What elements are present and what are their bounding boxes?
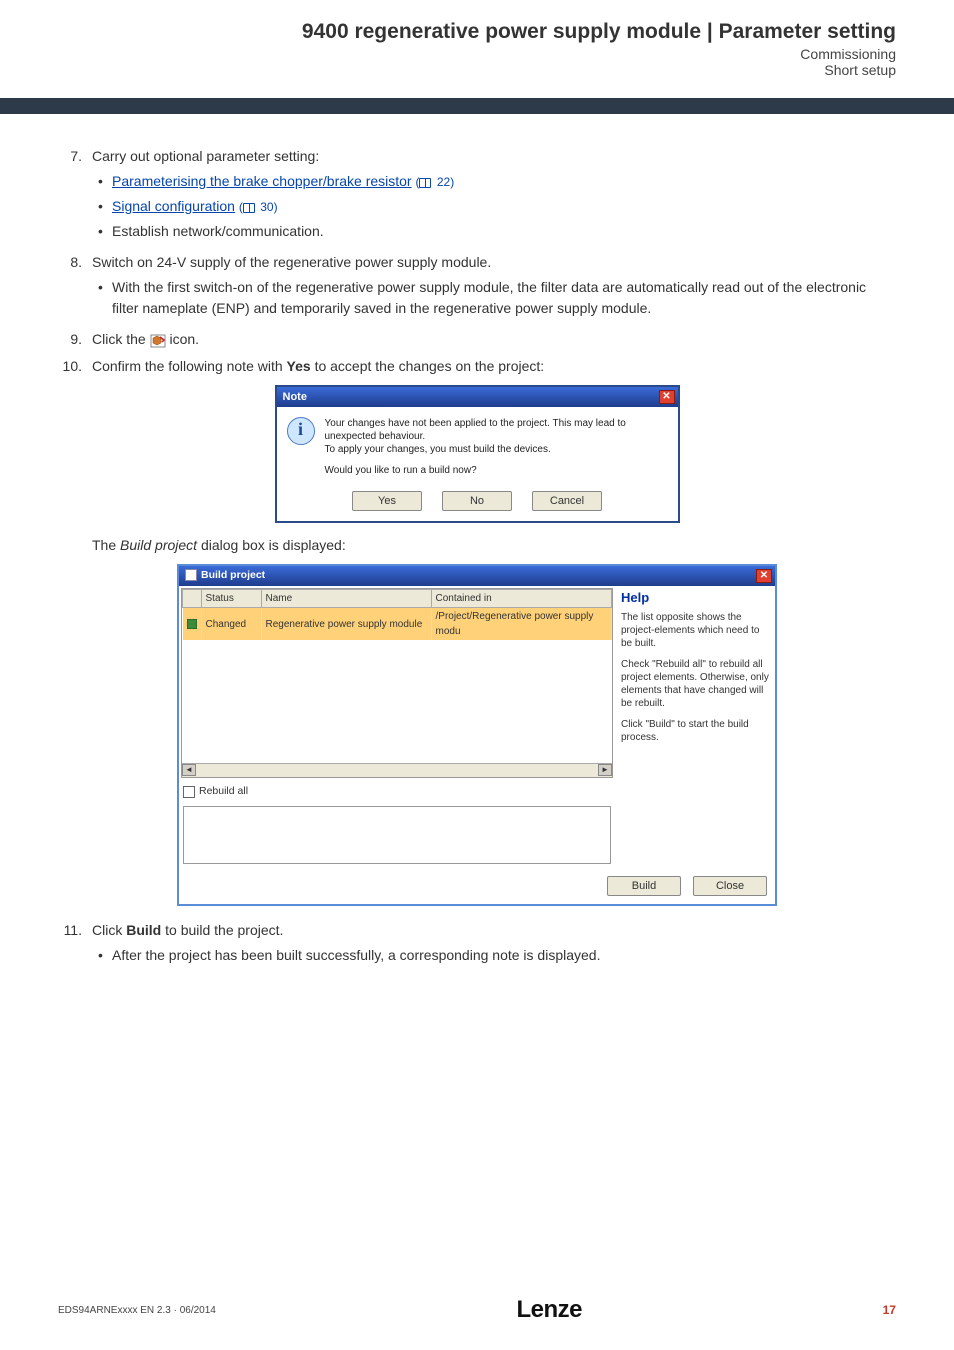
help-para-2: Check "Rebuild all" to rebuild all proje…: [621, 658, 769, 710]
bullet-icon: •: [92, 171, 112, 192]
note-dialog: Note ✕ Your changes have not been applie…: [275, 385, 680, 523]
between-pre: The: [92, 537, 120, 553]
no-button[interactable]: No: [442, 491, 512, 511]
close-button[interactable]: ✕: [659, 390, 675, 404]
footer-docid: EDS94ARNExxxx EN 2.3 · 06/2014: [58, 1305, 216, 1316]
note-line-2: To apply your changes, you must build th…: [325, 443, 668, 456]
horizontal-scrollbar[interactable]: ◄ ►: [182, 763, 612, 777]
step-number-9: 9.: [58, 329, 92, 350]
rebuild-all-label: Rebuild all: [199, 784, 248, 800]
link-brake-chopper[interactable]: Parameterising the brake chopper/brake r…: [112, 173, 412, 189]
step-11-post: to build the project.: [161, 922, 283, 938]
step-number-7: 7.: [58, 146, 92, 246]
bullet-icon: •: [92, 221, 112, 242]
page-number: 17: [883, 1303, 896, 1317]
bullet-icon: •: [92, 277, 112, 319]
step-number-8: 8.: [58, 252, 92, 323]
cell-name: Regenerative power supply module: [261, 608, 431, 641]
bullet-icon: •: [92, 945, 112, 966]
lenze-logo: Lenze: [516, 1296, 582, 1324]
step-number-11: 11.: [58, 920, 92, 970]
changed-status-icon: [187, 619, 197, 629]
step-number-10: 10.: [58, 356, 92, 377]
note-line-1: Your changes have not been applied to th…: [325, 417, 668, 443]
rebuild-all-checkbox[interactable]: [183, 786, 195, 798]
help-header: Help: [621, 590, 769, 607]
step-11-bullet-1: After the project has been built success…: [112, 945, 896, 966]
yes-button[interactable]: Yes: [352, 491, 422, 511]
link-signal-config[interactable]: Signal configuration: [112, 198, 235, 214]
step-8-text: Switch on 24-V supply of the regenerativ…: [92, 254, 491, 270]
step-11-bold: Build: [126, 922, 161, 938]
build-project-dialog: Build project ✕ Status Name Contained in: [177, 564, 777, 906]
step-10-post: to accept the changes on the project:: [311, 358, 545, 374]
header-subtitle-1: Commissioning: [58, 46, 896, 62]
book-icon: [243, 203, 255, 213]
cancel-button[interactable]: Cancel: [532, 491, 602, 511]
build-project-title-icon: [185, 569, 197, 581]
header-subtitle-2: Short setup: [58, 62, 896, 78]
step-10-pre: Confirm the following note with: [92, 358, 287, 374]
step-7-bullet-3: Establish network/communication.: [112, 221, 896, 242]
cell-contained: /Project/Regenerative power supply modu: [431, 608, 612, 641]
step-7-text: Carry out optional parameter setting:: [92, 148, 319, 164]
note-line-3: Would you like to run a build now?: [325, 464, 668, 477]
between-italic: Build project: [120, 537, 197, 553]
build-elements-table[interactable]: Status Name Contained in Changed Regener…: [182, 589, 612, 640]
close-button[interactable]: ✕: [756, 569, 772, 583]
col-name[interactable]: Name: [261, 590, 431, 608]
header-divider-bar: [0, 98, 954, 114]
note-dialog-title: Note: [283, 389, 307, 406]
help-para-3: Click "Build" to start the build process…: [621, 718, 769, 744]
build-log-area: [183, 806, 611, 864]
scroll-left-arrow-icon[interactable]: ◄: [182, 764, 196, 776]
cell-status: Changed: [201, 608, 261, 641]
build-button[interactable]: Build: [607, 876, 681, 896]
col-status[interactable]: Status: [201, 590, 261, 608]
col-contained[interactable]: Contained in: [431, 590, 612, 608]
pageref-22[interactable]: ( 22): [415, 175, 454, 189]
close-dialog-button[interactable]: Close: [693, 876, 767, 896]
book-icon: [419, 178, 431, 188]
between-post: dialog box is displayed:: [197, 537, 346, 553]
build-project-title: Build project: [201, 569, 265, 581]
page-title: 9400 regenerative power supply module | …: [58, 20, 896, 44]
bullet-icon: •: [92, 196, 112, 217]
build-toolbar-icon: [150, 333, 166, 347]
step-11-pre: Click: [92, 922, 126, 938]
table-row[interactable]: Changed Regenerative power supply module…: [183, 608, 612, 641]
step-8-bullet-1: With the first switch-on of the regenera…: [112, 277, 896, 319]
help-para-1: The list opposite shows the project-elem…: [621, 611, 769, 650]
scroll-right-arrow-icon[interactable]: ►: [598, 764, 612, 776]
step-10-bold: Yes: [287, 358, 311, 374]
pageref-30[interactable]: ( 30): [239, 200, 278, 214]
step-9-post: icon.: [169, 331, 199, 347]
info-icon: [287, 417, 315, 445]
step-9-pre: Click the: [92, 331, 150, 347]
